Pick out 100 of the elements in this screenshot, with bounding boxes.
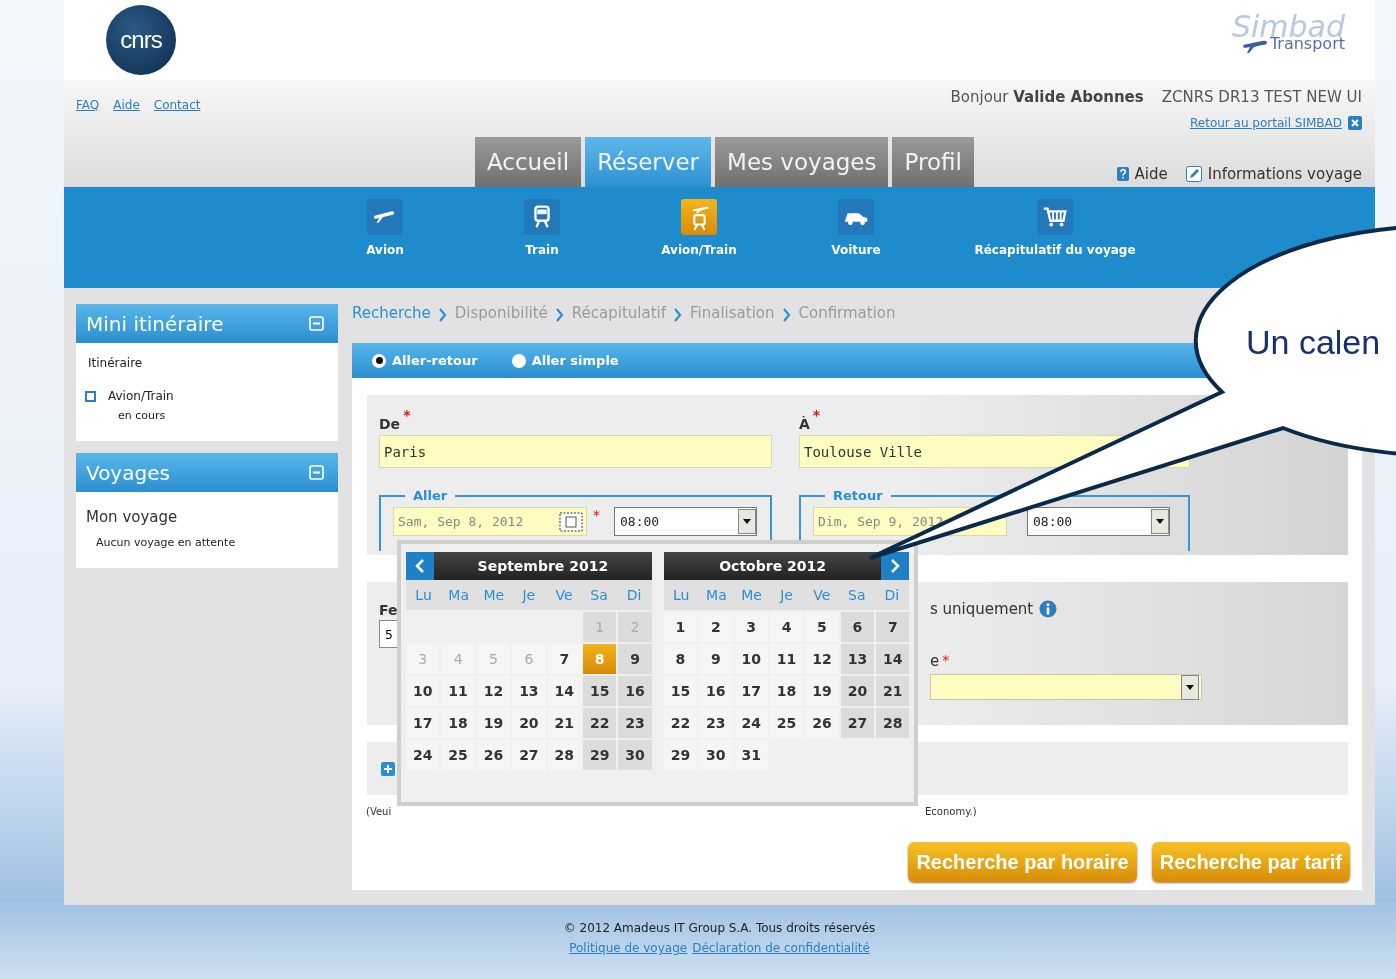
required-mark: * [812, 407, 821, 423]
top-link[interactable]: Aide [113, 98, 140, 112]
calendar-day[interactable]: 2 [699, 612, 733, 642]
group-legend: Retour [825, 488, 891, 503]
calendar-day[interactable]: 1 [663, 612, 698, 642]
calendar-day[interactable]: 12 [476, 676, 511, 706]
calendar-day[interactable]: 7 [547, 644, 581, 674]
calendar-day[interactable]: 8 [663, 644, 698, 674]
calendar-day[interactable]: 15 [582, 676, 617, 706]
transport-mode[interactable]: Récapitulatif du voyage [955, 187, 1155, 288]
chevron-right-icon [889, 558, 902, 574]
calendar-day[interactable]: 18 [769, 676, 804, 706]
location-field[interactable]: Paris [379, 435, 772, 468]
calendar-day[interactable]: 22 [663, 708, 698, 738]
weekday-label: Ma [447, 587, 470, 603]
calendar-day[interactable]: 11 [441, 676, 475, 706]
dropdown-icon[interactable] [1151, 509, 1169, 534]
calendar-day[interactable]: 27 [840, 708, 875, 738]
utility-link[interactable]: Aide [1134, 165, 1168, 183]
calendar-day[interactable]: 6 [840, 612, 875, 642]
calendar-day[interactable]: 29 [663, 740, 698, 770]
calendar-day[interactable]: 11 [769, 644, 804, 674]
required-mark: * [942, 652, 950, 668]
weekday-label: Ma [705, 587, 728, 603]
close-icon[interactable] [1348, 116, 1362, 130]
input-field[interactable]: 5 [379, 620, 397, 648]
time-select[interactable]: 08:00 [614, 507, 757, 536]
calendar-day[interactable]: 26 [805, 708, 839, 738]
transport-mode[interactable]: Train [482, 187, 602, 288]
calendar-day[interactable]: 3 [734, 612, 768, 642]
dropdown-icon[interactable] [1181, 674, 1199, 700]
next-month-button[interactable] [881, 552, 910, 580]
calendar-day[interactable]: 14 [547, 676, 581, 706]
calendar-day[interactable]: 25 [769, 708, 804, 738]
calendar-day[interactable]: 21 [876, 676, 910, 706]
calendar-day[interactable]: 16 [618, 676, 652, 706]
previous-month-button[interactable] [406, 552, 434, 580]
panel-title: Mini itinéraire [86, 311, 224, 336]
dropdown-icon[interactable] [738, 509, 756, 534]
calendar-day[interactable]: 18 [441, 708, 475, 738]
calendar-day[interactable]: 30 [699, 740, 733, 770]
calendar-day[interactable]: 24 [406, 740, 440, 770]
panel-title: Voyages [86, 460, 170, 485]
calendar-day[interactable]: 28 [876, 708, 910, 738]
time-select[interactable]: 08:00 [1027, 507, 1170, 536]
calendar-day[interactable]: 14 [876, 644, 910, 674]
calendar-day[interactable]: 26 [476, 740, 511, 770]
calendar-icon[interactable] [559, 511, 583, 532]
edit-icon [1185, 166, 1202, 182]
weekday-label: Je [520, 587, 537, 603]
callout-text: Un calen [1246, 323, 1381, 362]
calendar-day[interactable]: 9 [699, 644, 733, 674]
calendar-day[interactable]: 22 [582, 708, 617, 738]
trip-label: Avion/Train [108, 389, 174, 403]
calendar-day[interactable]: 23 [618, 708, 652, 738]
calendar-day[interactable]: 23 [699, 708, 733, 738]
calendar-day[interactable]: 9 [618, 644, 652, 674]
weekday-label: Me [740, 587, 763, 603]
top-link[interactable]: FAQ [76, 98, 100, 112]
calendar-day[interactable]: 21 [547, 708, 581, 738]
transport-mode[interactable]: Avion/Train [639, 187, 759, 288]
checkbox-icon [85, 390, 96, 402]
select-field[interactable] [930, 674, 1202, 700]
calendar-day[interactable]: 13 [512, 676, 546, 706]
weekday-label: Me [482, 587, 506, 603]
calendar-day[interactable]: 30 [618, 740, 652, 770]
top-link[interactable]: Contact [153, 98, 201, 112]
info-icon [1039, 600, 1058, 618]
calendar-day[interactable]: 15 [663, 676, 698, 706]
transport-mode[interactable]: Avion [325, 187, 445, 288]
transport-mode[interactable]: Voiture [796, 187, 916, 288]
calendar-day[interactable]: 28 [547, 740, 581, 770]
calendar-day[interactable]: 16 [699, 676, 733, 706]
calendar-day[interactable]: 24 [734, 708, 768, 738]
weekday-label: Ve [812, 587, 832, 603]
calendar-day[interactable]: 4 [769, 612, 804, 642]
calendar-day[interactable]: 31 [734, 740, 768, 770]
calendar-day[interactable]: 17 [734, 676, 768, 706]
calendar-day[interactable]: 13 [840, 644, 875, 674]
calendar-day[interactable]: 10 [406, 676, 440, 706]
calendar-day[interactable]: 12 [805, 644, 839, 674]
collapse-icon[interactable] [309, 316, 324, 331]
plus-icon[interactable] [381, 761, 395, 776]
calendar-day[interactable]: 27 [512, 740, 546, 770]
calendar-day[interactable]: 10 [734, 644, 768, 674]
calendar-day[interactable]: 19 [476, 708, 511, 738]
utility-link[interactable]: Informations voyage [1207, 165, 1362, 183]
calendar-day[interactable]: 7 [876, 612, 910, 642]
calendar-day[interactable]: 20 [840, 676, 875, 706]
portal-link[interactable]: Retour au portail SIMBAD [1190, 116, 1342, 130]
calendar-day[interactable]: 17 [406, 708, 440, 738]
calendar-day[interactable]: 19 [805, 676, 839, 706]
calendar-day[interactable]: 29 [582, 740, 617, 770]
collapse-icon[interactable] [309, 465, 324, 480]
weekday-label: Lu [414, 587, 433, 603]
calendar-day[interactable]: 20 [512, 708, 546, 738]
calendar-day[interactable]: 25 [441, 740, 475, 770]
group-legend: Aller [405, 488, 456, 503]
calendar-day[interactable]: 5 [805, 612, 839, 642]
note-text: Economy.) [925, 805, 978, 817]
